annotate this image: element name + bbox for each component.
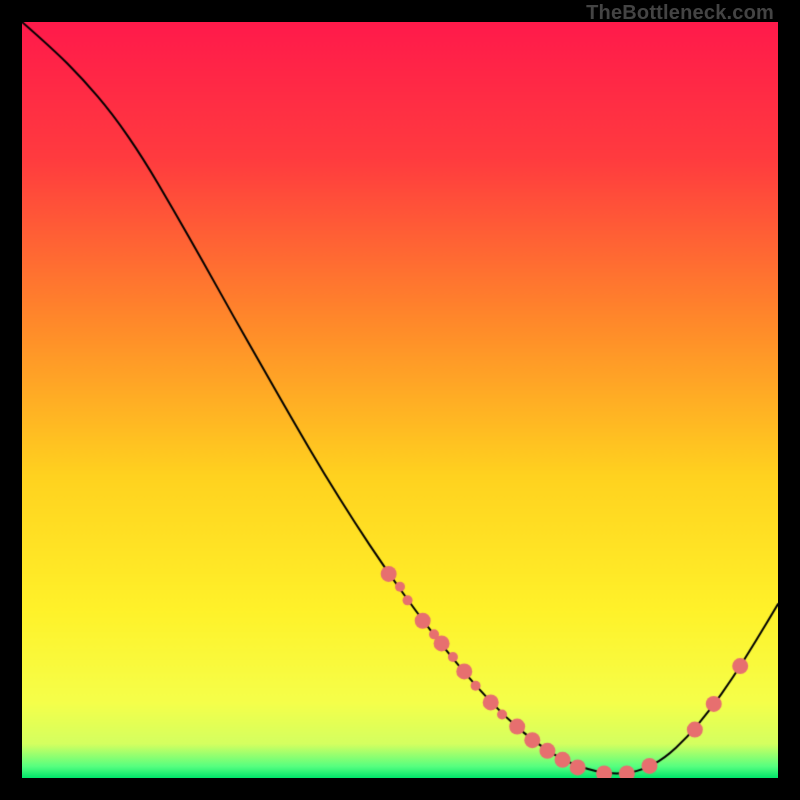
chart-plot-area xyxy=(22,22,778,778)
chart-canvas xyxy=(22,22,778,778)
